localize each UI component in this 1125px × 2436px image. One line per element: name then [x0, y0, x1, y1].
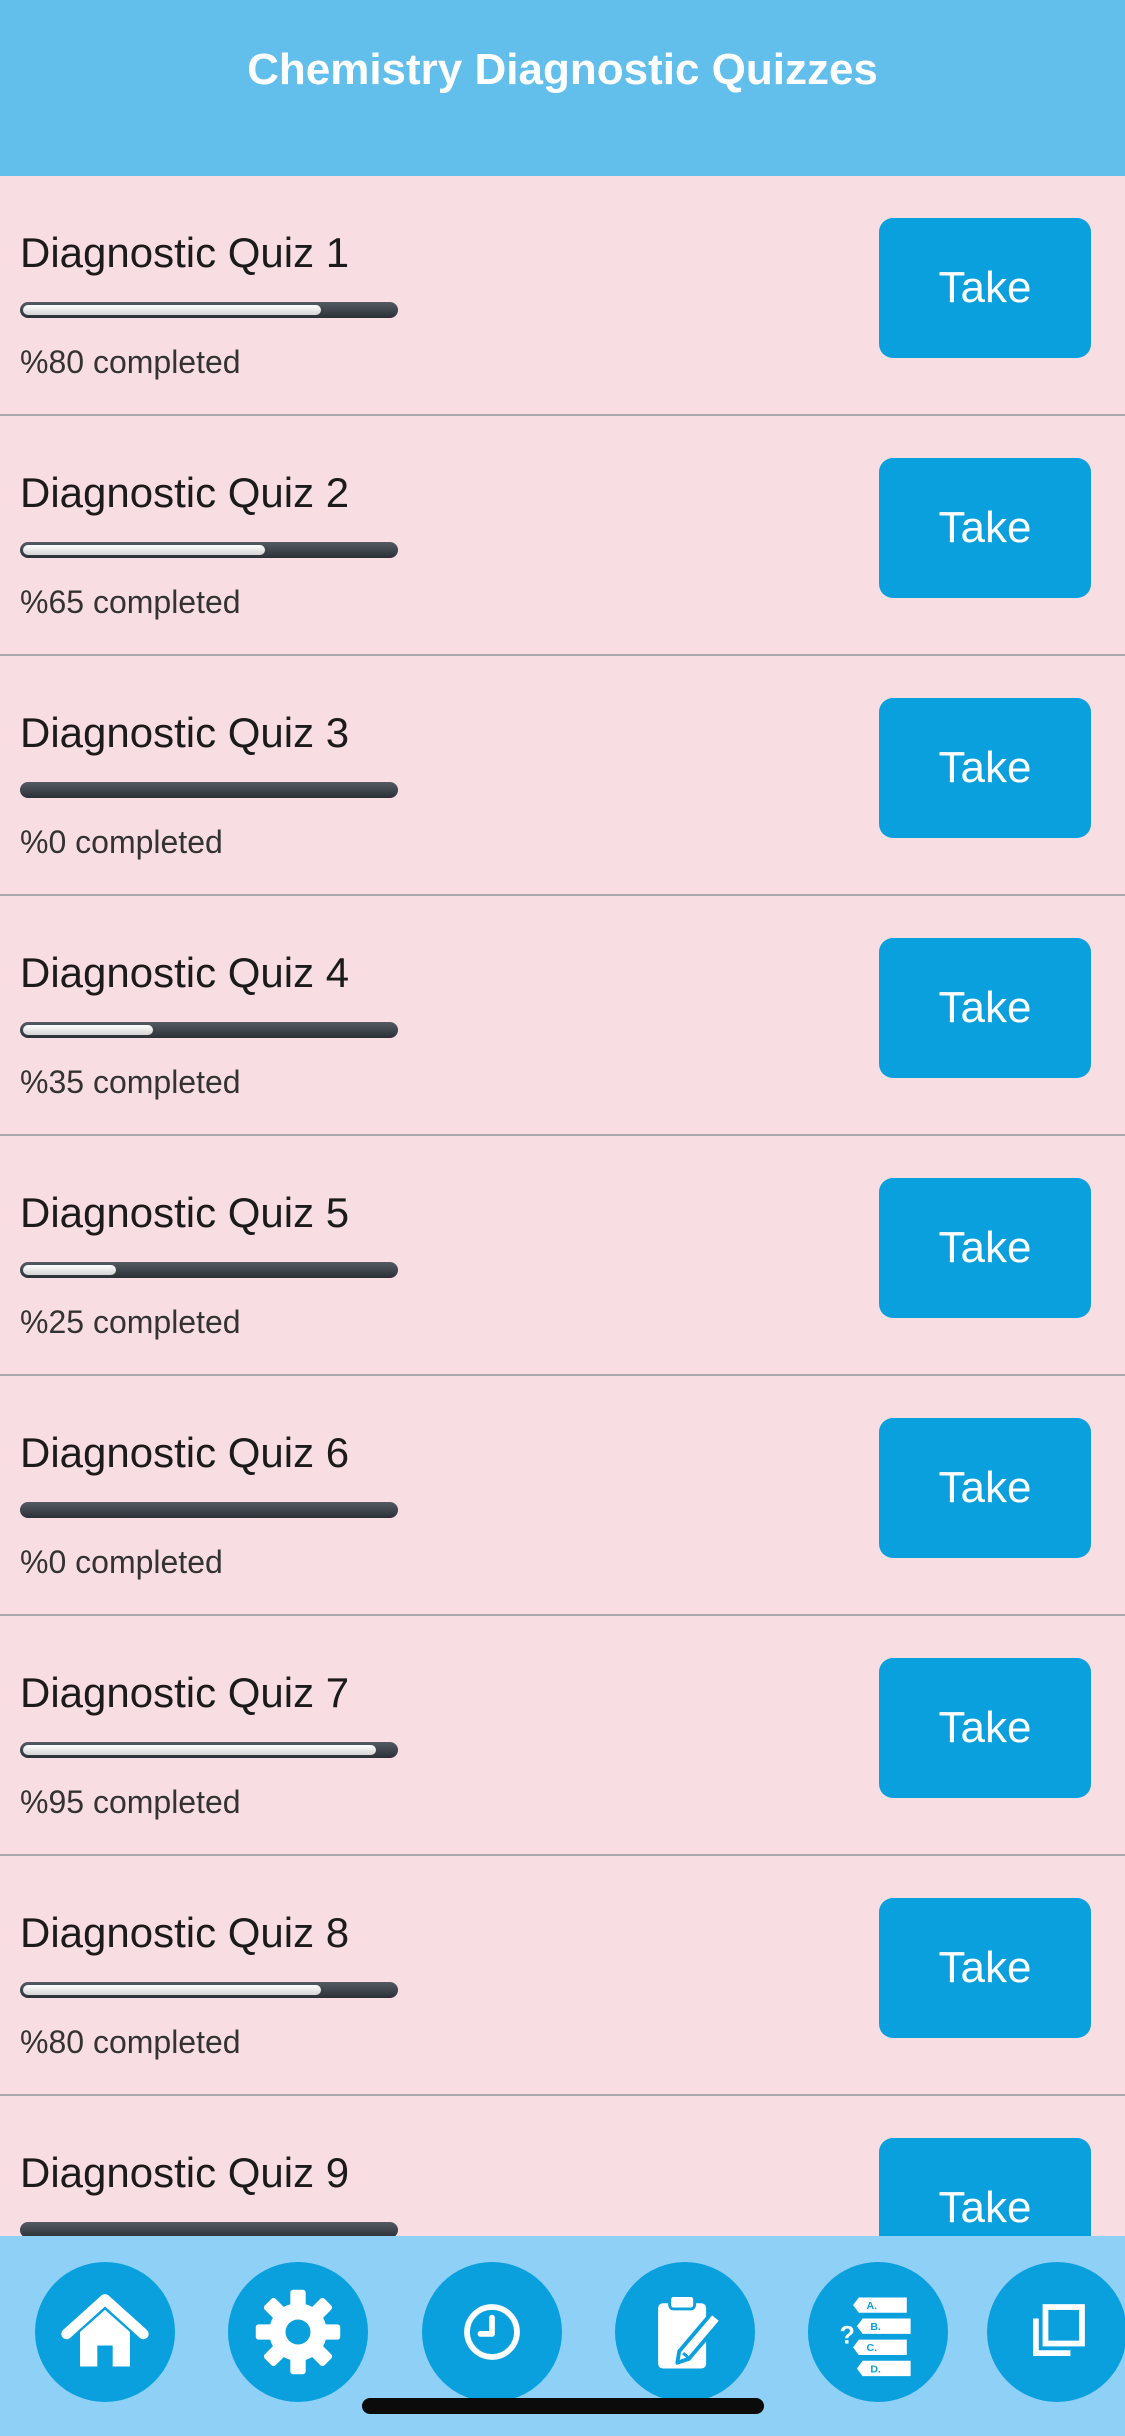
quiz-progress-bar [20, 782, 398, 798]
quiz-row-8: Diagnostic Quiz 8 %80 completed Take [0, 1856, 1125, 2096]
quiz-status: %80 completed [20, 344, 241, 380]
quiz-row-3: Diagnostic Quiz 3 %0 completed Take [0, 656, 1125, 896]
quiz-title: Diagnostic Quiz 4 [20, 949, 350, 996]
quiz-title: Diagnostic Quiz 7 [20, 1669, 350, 1716]
quiz-title: Diagnostic Quiz 6 [20, 1429, 350, 1476]
take-quiz-button[interactable]: Take [879, 938, 1091, 1078]
quiz-progress-fill [23, 545, 265, 555]
home-icon [61, 2294, 149, 2367]
svg-text:D.: D. [870, 2363, 881, 2375]
quiz-progress-bar [20, 1982, 398, 1998]
quiz-progress-fill [23, 1025, 153, 1035]
quiz-title: Diagnostic Quiz 8 [20, 1909, 350, 1956]
take-quiz-button[interactable]: Take [879, 1418, 1091, 1558]
quiz-progress-bar [20, 542, 398, 558]
home-indicator [362, 2398, 764, 2414]
quiz-row-1: Diagnostic Quiz 1 %80 completed Take [0, 176, 1125, 416]
quiz-title: Diagnostic Quiz 2 [20, 469, 350, 516]
settings-tab[interactable] [228, 2262, 368, 2402]
quiz-progress-bar [20, 1262, 398, 1278]
more-tab[interactable] [987, 2262, 1125, 2402]
take-quiz-button[interactable]: Take [879, 1898, 1091, 2038]
clipboard-pencil-icon [658, 2294, 724, 2369]
quiz-status: %0 completed [20, 824, 223, 860]
quiz-progress-bar [20, 2222, 398, 2236]
quiz-title: Diagnostic Quiz 9 [20, 2149, 350, 2196]
svg-text:A.: A. [866, 2300, 877, 2312]
exam-tab[interactable] [615, 2262, 755, 2402]
quiz-progress-fill [23, 1265, 116, 1275]
clock-icon [464, 2304, 520, 2360]
quiz-title: Diagnostic Quiz 3 [20, 709, 350, 756]
quiz-progress-bar [20, 1742, 398, 1758]
quiz-progress-bar [20, 1022, 398, 1038]
quiz-title: Diagnostic Quiz 5 [20, 1189, 350, 1236]
svg-text:B.: B. [870, 2321, 881, 2333]
quiz-row-9: Diagnostic Quiz 9 Take [0, 2096, 1125, 2236]
quiz-progress-bar [20, 1502, 398, 1518]
quiz-row-4: Diagnostic Quiz 4 %35 completed Take [0, 896, 1125, 1136]
quiz-progress-fill [23, 305, 321, 315]
svg-text:?: ? [840, 2322, 855, 2350]
page-title: Chemistry Diagnostic Quizzes [247, 45, 878, 94]
quiz-status: %25 completed [20, 1304, 241, 1340]
quiz-status: %80 completed [20, 2024, 241, 2060]
quiz-status: %35 completed [20, 1064, 241, 1100]
copy-icon [1033, 2304, 1085, 2356]
take-quiz-button[interactable]: Take [879, 2138, 1091, 2236]
quiz-list-tab[interactable]: ? A. B. C. D. [808, 2262, 948, 2402]
take-quiz-button[interactable]: Take [879, 698, 1091, 838]
svg-text:C.: C. [866, 2342, 877, 2354]
quiz-progress-bar [20, 302, 398, 318]
gear-icon [255, 2289, 341, 2375]
take-quiz-button[interactable]: Take [879, 218, 1091, 358]
quiz-status: %0 completed [20, 1544, 223, 1580]
quiz-row-7: Diagnostic Quiz 7 %95 completed Take [0, 1616, 1125, 1856]
take-quiz-button[interactable]: Take [879, 1178, 1091, 1318]
quiz-status: %95 completed [20, 1784, 241, 1820]
history-tab[interactable] [422, 2262, 562, 2402]
quiz-list-icon: ? A. B. C. D. [840, 2297, 911, 2377]
quiz-status: %65 completed [20, 584, 241, 620]
quiz-progress-fill [23, 1985, 321, 1995]
quiz-row-2: Diagnostic Quiz 2 %65 completed Take [0, 416, 1125, 656]
quiz-list[interactable]: Diagnostic Quiz 1 %80 completed Take Dia… [0, 176, 1125, 2236]
quiz-title: Diagnostic Quiz 1 [20, 229, 350, 276]
quiz-row-5: Diagnostic Quiz 5 %25 completed Take [0, 1136, 1125, 1376]
quiz-row-6: Diagnostic Quiz 6 %0 completed Take [0, 1376, 1125, 1616]
home-tab[interactable] [35, 2262, 175, 2402]
quiz-progress-fill [23, 1745, 376, 1755]
take-quiz-button[interactable]: Take [879, 1658, 1091, 1798]
take-quiz-button[interactable]: Take [879, 458, 1091, 598]
header-bar: Chemistry Diagnostic Quizzes [0, 0, 1125, 176]
